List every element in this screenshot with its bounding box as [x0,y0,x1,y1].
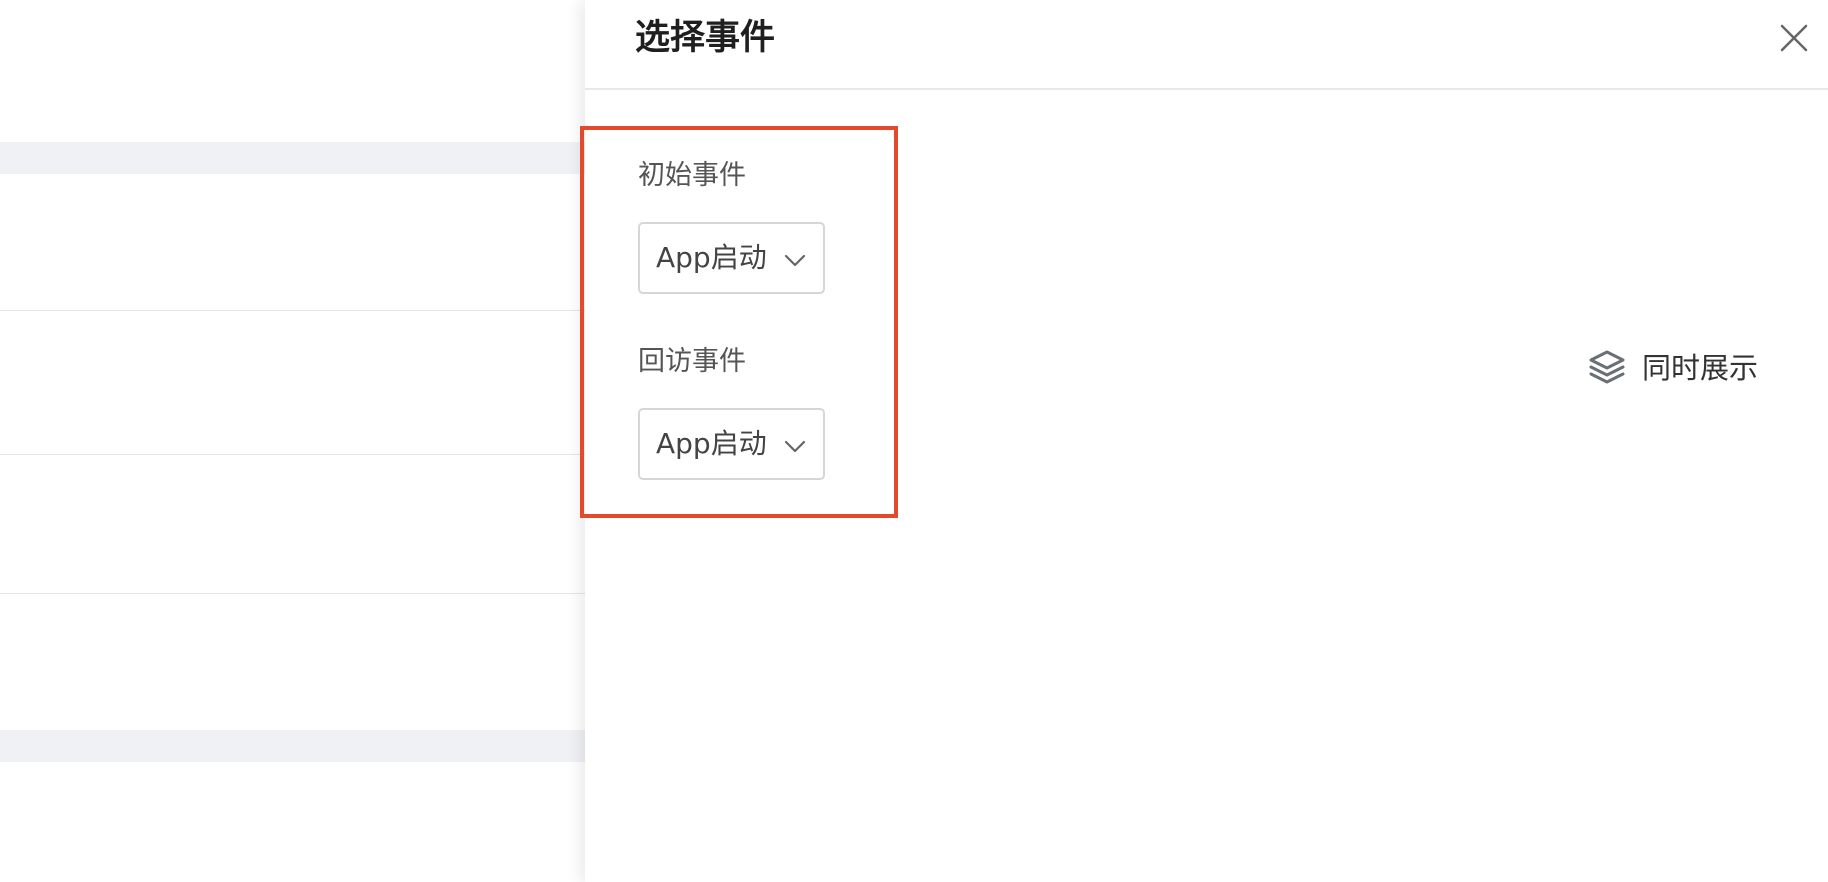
chevron-down-icon [783,248,807,272]
close-button[interactable] [1772,16,1816,60]
background-table-band [0,730,585,762]
initial-event-label: 初始事件 [638,160,746,191]
background-divider [0,593,585,594]
background-divider [0,310,585,311]
return-event-value: App启动 [656,427,767,460]
simultaneous-display-button[interactable]: 同时展示 [1586,344,1758,392]
initial-event-select[interactable]: App启动 [638,222,825,294]
drawer-title: 选择事件 [635,18,776,58]
return-event-select[interactable]: App启动 [638,408,825,480]
page: 选择事件 同时展示 初始事件 App启动 回访事件 App启动 [0,0,1828,882]
initial-event-value: App启动 [656,241,767,274]
layers-icon [1586,347,1628,389]
drawer-header: 选择事件 [585,0,1828,90]
background-content [0,0,585,882]
chevron-down-icon [783,434,807,458]
background-divider [0,454,585,455]
return-event-label: 回访事件 [638,346,746,377]
close-icon [1780,24,1808,52]
background-table-band [0,142,585,174]
simultaneous-display-label: 同时展示 [1642,351,1759,385]
